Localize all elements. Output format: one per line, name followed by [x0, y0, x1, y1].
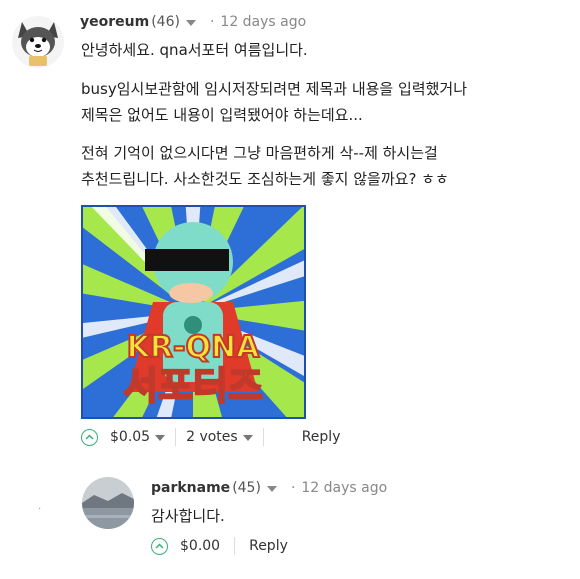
comment-yeoreum: yeoreum (46) · 12 days ago 안녕하세요. qna서포터… [0, 0, 580, 455]
comment-meta: yeoreum (46) · 12 days ago [80, 12, 306, 32]
post-time[interactable]: 12 days ago [220, 14, 306, 30]
comment-paragraph: 추천드립니다. 사소한것도 조심하는게 좋지 않을까요? ㅎㅎ [81, 170, 449, 188]
banner-line1: KR-QNA [127, 330, 260, 365]
author-avatar[interactable] [12, 16, 64, 68]
separator-dot: · [209, 14, 215, 30]
thread-indent-dot: · [38, 504, 42, 515]
post-time[interactable]: 12 days ago [301, 480, 387, 496]
divider [262, 428, 264, 446]
payout-amount[interactable]: $0.05 [110, 429, 150, 445]
reply-link[interactable]: Reply [249, 538, 288, 554]
chevron-up-icon [155, 543, 164, 549]
author-name[interactable]: yeoreum [80, 14, 149, 30]
banner-line2: 서포터즈 [123, 364, 263, 408]
husky-dog-icon [18, 22, 58, 66]
separator-dot: · [290, 480, 296, 496]
comment-paragraph: 제목은 없어도 내용이 입력됐어야 하는데요... [81, 106, 363, 124]
chevron-down-icon[interactable] [185, 20, 196, 26]
comment-footer: $0.05 2 votes Reply [81, 427, 340, 447]
votes-count[interactable]: 2 votes [186, 429, 238, 445]
lake-landscape-icon [82, 477, 134, 529]
comment-paragraph: 안녕하세요. qna서포터 여름입니다. [81, 41, 308, 59]
author-reputation: (45) [232, 480, 261, 496]
comment-parkname: · parkname (45) · 12 days ago 감사합니다. $0.… [0, 466, 580, 579]
payout-amount[interactable]: $0.00 [180, 538, 220, 554]
comment-footer: $0.00 Reply [151, 536, 288, 556]
payout-dropdown-icon[interactable] [155, 435, 166, 441]
author-name[interactable]: parkname [151, 480, 230, 496]
chevron-up-icon [85, 434, 94, 440]
upvote-button[interactable] [81, 428, 98, 446]
divider [175, 428, 177, 446]
supporters-banner-image[interactable]: KR-QNA 서포터즈 [81, 205, 306, 419]
author-reputation: (46) [151, 14, 180, 30]
author-avatar[interactable] [82, 477, 134, 529]
sunburst-mascot-illustration: KR-QNA 서포터즈 [83, 207, 304, 417]
reply-link[interactable]: Reply [302, 429, 341, 445]
comment-paragraph: busy임시보관함에 임시저장되려면 제목과 내용을 입력했거나 [81, 80, 467, 98]
comment-paragraph: 감사합니다. [151, 507, 225, 525]
comment-paragraph: 전혀 기억이 없으시다면 그냥 마음편하게 삭--제 하시는걸 [81, 144, 438, 162]
votes-dropdown-icon[interactable] [242, 435, 253, 441]
chevron-down-icon[interactable] [266, 486, 277, 492]
comment-meta: parkname (45) · 12 days ago [151, 478, 387, 498]
upvote-button[interactable] [151, 537, 168, 555]
divider [234, 537, 236, 555]
